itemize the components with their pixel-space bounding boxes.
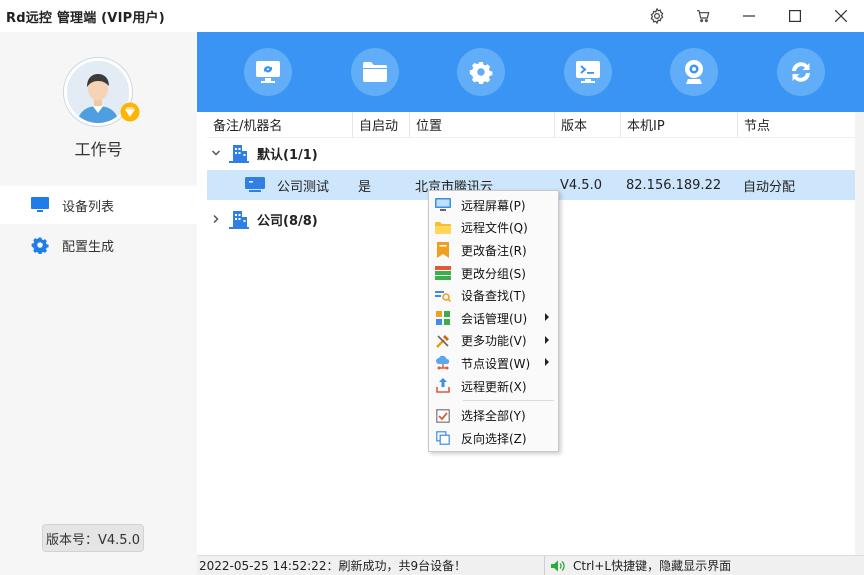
invert-select-icon <box>435 430 451 446</box>
group-row-default[interactable]: 默认(1/1) <box>207 138 857 168</box>
menu-item-remote-file[interactable]: 远程文件(Q) <box>429 217 558 240</box>
close-icon <box>835 10 847 22</box>
status-hint: Ctrl+L快捷键，隐藏显示界面 <box>544 555 732 575</box>
device-name: 公司测试 <box>277 179 330 195</box>
submenu-arrow-icon <box>545 335 549 344</box>
chevron-right-icon[interactable] <box>207 204 225 234</box>
status-message: 2022-05-25 14:52:22：刷新成功，共9台设备！ <box>199 559 467 573</box>
column-header-ip[interactable]: 本机IP <box>620 111 737 138</box>
tools-icon <box>435 333 451 349</box>
window-title: Rd远控 管理端 (VIP用户) <box>6 10 165 26</box>
vip-badge-icon <box>120 102 140 122</box>
group-label: 公司(8/8) <box>257 213 318 229</box>
vertical-scrollbar[interactable] <box>855 112 864 555</box>
group-label: 默认(1/1) <box>257 147 318 163</box>
menu-separator <box>463 400 554 402</box>
checkbox-icon <box>435 408 451 424</box>
sidebar-item-device-list[interactable]: 设备列表 <box>0 186 197 224</box>
submenu-arrow-icon <box>545 358 549 367</box>
webcam-icon <box>685 60 703 84</box>
remote-screen-button[interactable] <box>244 48 292 96</box>
shop-button[interactable] <box>680 0 726 32</box>
menu-item-select-all[interactable]: 选择全部(Y) <box>429 404 558 427</box>
remote-terminal-button[interactable] <box>564 48 612 96</box>
cloud-icon <box>435 355 451 371</box>
sidebar: 工作号 设备列表 配置生成 版本号：V4.5.0 <box>0 32 197 555</box>
status-bar: 2022-05-25 14:52:22：刷新成功，共9台设备！ Ctrl+L快捷… <box>197 555 864 575</box>
menu-item-node-settings[interactable]: 节点设置(W) <box>429 352 558 375</box>
device-version: V4.5.0 <box>560 177 602 193</box>
session-icon <box>435 310 451 326</box>
avatar[interactable] <box>64 58 140 126</box>
account-name: 工作号 <box>74 140 123 159</box>
terminal-icon <box>576 61 600 83</box>
menu-item-change-group[interactable]: 更改分组(S) <box>429 262 558 285</box>
submenu-arrow-icon <box>545 312 549 321</box>
menu-item-invert-select[interactable]: 反向选择(Z) <box>429 427 558 450</box>
refresh-icon <box>792 62 810 82</box>
webcam-button[interactable] <box>670 48 718 96</box>
column-header-name[interactable]: 备注/机器名 <box>207 112 352 138</box>
upload-icon <box>435 378 451 394</box>
menu-item-change-note[interactable]: 更改备注(R) <box>429 239 558 262</box>
refresh-button[interactable] <box>777 48 825 96</box>
speaker-icon <box>551 560 565 572</box>
group-icon <box>435 265 451 281</box>
device-autostart: 是 <box>358 179 372 195</box>
column-header-autostart[interactable]: 自启动 <box>352 111 409 138</box>
device-ip: 82.156.189.22 <box>626 177 722 193</box>
context-menu: 远程屏幕(P) 远程文件(Q) 更改备注(R) 更改分组(S) 设备查找(T) … <box>428 190 559 452</box>
remote-screen-icon <box>256 61 280 83</box>
device-icon <box>245 177 265 193</box>
column-header-location[interactable]: 位置 <box>409 111 554 138</box>
gear-icon <box>650 7 664 25</box>
building-icon <box>229 143 249 163</box>
maximize-icon <box>789 10 801 22</box>
maximize-button[interactable] <box>772 0 818 32</box>
gear-icon <box>469 62 493 84</box>
sidebar-item-config-generate[interactable]: 配置生成 <box>0 226 197 264</box>
monitor-icon <box>30 195 50 215</box>
gear-icon <box>30 235 50 255</box>
sidebar-item-label: 设备列表 <box>62 199 115 215</box>
settings-button[interactable] <box>634 0 680 32</box>
bookmark-icon <box>435 242 451 259</box>
column-header-node[interactable]: 节点 <box>737 111 857 138</box>
remote-file-button[interactable] <box>351 48 399 96</box>
chevron-down-icon[interactable] <box>207 138 225 168</box>
title-bar: Rd远控 管理端 (VIP用户) <box>0 0 864 32</box>
menu-item-session-manage[interactable]: 会话管理(U) <box>429 307 558 330</box>
menu-item-remote-update[interactable]: 远程更新(X) <box>429 375 558 398</box>
menu-item-find-device[interactable]: 设备查找(T) <box>429 284 558 307</box>
table-header: 备注/机器名 自启动 位置 版本 本机IP 节点 <box>207 111 857 138</box>
screen-icon <box>435 197 451 213</box>
minimize-button[interactable] <box>726 0 772 32</box>
sidebar-footer <box>0 555 197 575</box>
device-node: 自动分配 <box>743 179 796 195</box>
building-icon <box>229 209 249 229</box>
cart-icon <box>697 10 710 23</box>
search-device-icon <box>435 288 451 304</box>
sidebar-item-label: 配置生成 <box>62 239 115 255</box>
menu-item-more-functions[interactable]: 更多功能(V) <box>429 330 558 353</box>
close-button[interactable] <box>818 0 864 32</box>
column-header-version[interactable]: 版本 <box>554 111 620 138</box>
toolbar <box>197 32 864 112</box>
settings-tool-button[interactable] <box>457 48 505 96</box>
shortcut-hint: Ctrl+L快捷键，隐藏显示界面 <box>573 559 732 573</box>
folder-icon <box>435 220 451 236</box>
folder-icon <box>363 62 387 82</box>
menu-item-remote-screen[interactable]: 远程屏幕(P) <box>429 194 558 217</box>
version-badge: 版本号：V4.5.0 <box>42 524 144 552</box>
minimize-icon <box>743 15 755 17</box>
